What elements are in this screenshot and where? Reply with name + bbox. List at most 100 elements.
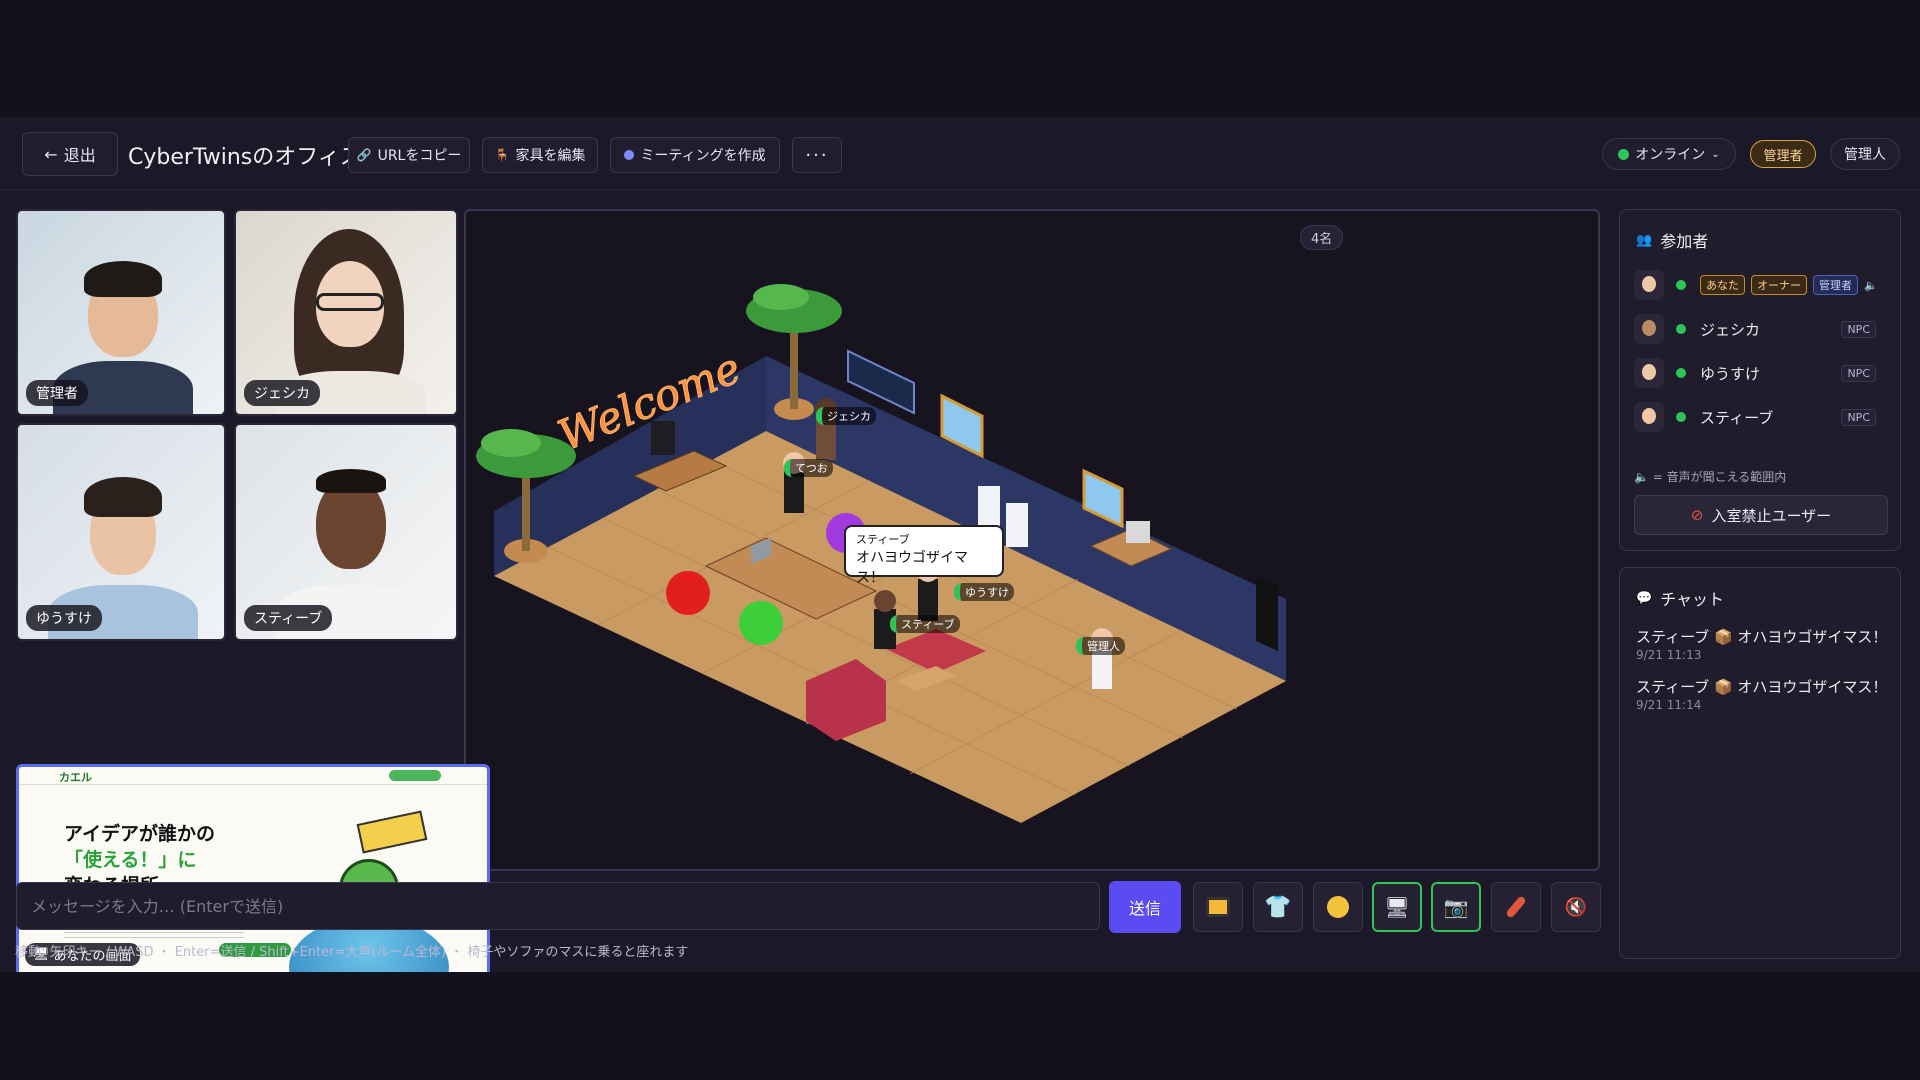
room-title: CyberTwinsのオフィス [128,145,362,170]
glasses-icon [316,293,384,311]
water-cooler [978,486,1000,530]
more-menu-button[interactable]: ··· [792,137,842,173]
room-stage[interactable]: 4名 Welcome ジェシカ てつお ゆうすけ スティーブ 管理人 スティーブ… [464,209,1600,871]
video-label: スティーブ [244,605,333,631]
npc-badge: NPC [1841,408,1876,426]
avatar-nametag: 管理人 [1076,637,1125,655]
participant-name: ゆうすけ [1700,364,1761,383]
avatar [1634,314,1664,344]
chat-timestamp: 9/21 11:14 [1636,698,1702,712]
door [1256,576,1278,651]
tool-camera-button[interactable]: 📷 [1431,882,1481,932]
share-headline-1: アイデアが誰かの [64,823,216,845]
speech-text: オハヨウゴザイマス！ [856,550,968,586]
tool-monitor-button[interactable] [1193,882,1243,932]
avatar [1634,270,1664,300]
tool-emoji-button[interactable] [1313,882,1363,932]
camera-icon: 📷 [1443,895,1469,919]
copy-url-button[interactable]: 🔗 URLをコピー [348,137,470,173]
edit-furniture-button[interactable]: 🪑 家具を編集 [482,137,598,173]
chat-message: スティーブ 📦 オハヨウゴザイマス！ [1636,678,1888,696]
avatar-nametag: スティーブ [890,615,960,633]
participant-row[interactable]: ゆうすけ NPC [1634,354,1890,392]
online-dot-icon [1676,368,1686,378]
meeting-icon [624,150,635,160]
chat-bubble-icon: 💬 [1636,590,1653,606]
controls-hint: 移動: 矢印キー / WASD ・ Enter=送信 / Shift+Enter… [15,945,689,960]
video-tile-jessica[interactable]: ジェシカ [234,209,458,416]
participant-row[interactable]: ジェシカ NPC [1634,310,1890,348]
office-app: ← 退出 CyberTwinsのオフィス 🔗 URLをコピー 🪑 家具を編集 ミ… [0,117,1920,977]
audio-range-legend: 🔈 = 音声が聞こえる範囲内 [1634,468,1786,485]
npc-badge: NPC [1841,320,1876,338]
participant-row-self[interactable]: あなた オーナー 管理者 🔈 [1634,266,1890,304]
chat-panel: 💬 チャット スティーブ 📦 オハヨウゴザイマス！ 9/21 11:13 スティ… [1619,567,1901,959]
chair-icon: 🪑 [494,148,510,162]
avatar [1634,358,1664,388]
video-label: 管理者 [26,380,88,406]
arrow-left-icon: ← [44,144,58,164]
letterbox-bottom [0,972,1920,1080]
online-dot-icon [1676,324,1686,334]
npc-badge: NPC [1841,364,1876,382]
participant-name: ジェシカ [1700,320,1761,339]
tool-mic-button[interactable] [1491,882,1541,932]
avatar [1634,402,1664,432]
people-icon: 👥 [1636,232,1653,248]
user-menu-button[interactable]: 管理人 [1830,138,1900,170]
message-input[interactable] [16,882,1100,930]
participant-name: スティーブ [1700,408,1774,427]
tool-speaker-button[interactable]: 🔇 [1551,882,1601,932]
status-label: オンライン [1635,147,1706,163]
edit-furniture-label: 家具を編集 [515,148,586,164]
flag-illustration-icon [356,810,428,854]
green-ball [739,601,783,645]
tool-outfit-button[interactable]: 👕 [1253,882,1303,932]
letterbox-top [0,0,1920,117]
share-logo: カエル [59,771,92,784]
avatar-face-icon [1642,320,1656,336]
water-cooler [1006,503,1028,547]
status-dropdown[interactable]: オンライン ⌄ [1602,138,1736,170]
banned-users-button[interactable]: ⊘ 入室禁止ユーザー [1634,495,1888,535]
chat-timestamp: 9/21 11:13 [1636,648,1702,662]
speech-bubble: スティーブ オハヨウゴザイマス！ [844,525,1004,586]
person-hair [84,477,162,517]
speech-speaker: スティーブ [856,533,910,546]
header: ← 退出 CyberTwinsのオフィス 🔗 URLをコピー 🪑 家具を編集 ミ… [0,117,1920,190]
avatar-face-icon [1642,408,1656,424]
shirt-icon: 👕 [1264,894,1292,920]
avatar-face-icon [1642,364,1656,380]
tv-icon [1206,897,1230,917]
participants-title: 👥 参加者 [1636,228,1708,252]
room-canvas[interactable]: Welcome [466,211,1600,871]
participant-row[interactable]: スティーブ NPC [1634,398,1890,436]
exit-label: 退出 [63,146,96,165]
video-tile-yusuke[interactable]: ゆうすけ [16,423,226,641]
share-cta-icon [389,770,441,781]
banned-users-label: 入室禁止ユーザー [1711,506,1832,525]
participants-panel: 👥 参加者 あなた オーナー 管理者 🔈 ジェシカ NPC ゆうすけ NPC ス… [1619,209,1901,551]
send-button[interactable]: 送信 [1109,881,1181,933]
screen-share-icon: 🖥 [1384,895,1410,919]
tag-owner: オーナー [1751,275,1807,295]
more-icon: ··· [805,144,829,166]
chat-title-text: チャット [1660,590,1725,609]
video-tile-steve[interactable]: スティーブ [234,423,458,641]
create-meeting-label: ミーティングを作成 [640,148,766,164]
tag-you: あなた [1700,275,1745,295]
emoji-icon [1327,896,1349,918]
create-meeting-button[interactable]: ミーティングを作成 [610,137,780,173]
tool-screen-share-button[interactable]: 🖥 [1372,882,1422,932]
chat-message: スティーブ 📦 オハヨウゴザイマス！ [1636,628,1888,646]
avatar-nametag: ジェシカ [816,407,876,425]
exit-button[interactable]: ← 退出 [22,132,118,176]
video-label: ゆうすけ [26,605,102,631]
online-dot-icon [1618,148,1630,160]
online-dot-icon [1676,280,1686,290]
printer [1126,521,1150,543]
video-tile-admin[interactable]: 管理者 [16,209,226,416]
audio-range-icon: 🔈 [1634,470,1649,484]
chat-title: 💬 チャット [1636,586,1724,610]
avatar-nametag: てつお [784,459,833,477]
